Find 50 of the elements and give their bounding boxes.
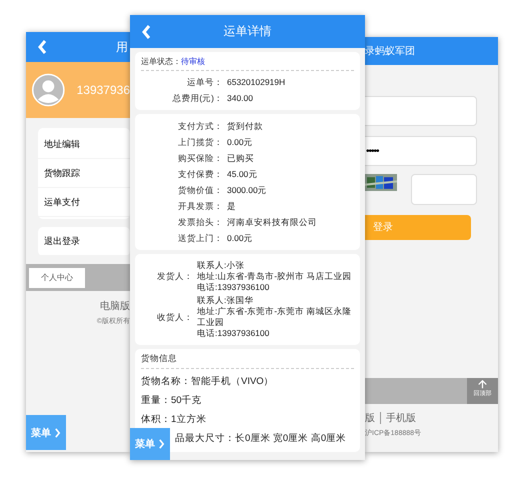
goods-line: 货物名称：智能手机（VIVO） <box>141 375 275 389</box>
arrow-up-icon <box>478 380 487 389</box>
page-title: 运单详情 <box>222 23 272 40</box>
field-value: 340.00 <box>227 92 253 105</box>
footer-link[interactable]: 手机版 <box>386 411 416 425</box>
field-value: 0.00元 <box>227 136 253 149</box>
page-title: 用 <box>116 38 128 56</box>
contact-line: 电话:13937936100 <box>197 328 270 339</box>
status-text: 运单状态：待审核 <box>141 56 206 67</box>
page-title: 录蚂蚁军团 <box>365 44 415 58</box>
goods-line: 体积：1立方米 <box>141 413 208 427</box>
chevron-icon <box>158 439 165 449</box>
contact-line: 电话:13937936100 <box>197 282 270 293</box>
captcha-field[interactable] <box>411 174 477 205</box>
field-value: 已购买 <box>227 152 254 165</box>
field-label: 总费用(元)： <box>171 92 224 105</box>
field-value: 3000.00元 <box>227 184 267 197</box>
footer-link[interactable]: 电脑版 <box>100 299 130 313</box>
field-label: 发货人： <box>156 271 194 282</box>
username-field[interactable] <box>365 96 477 126</box>
field-label: 开具发票： <box>177 200 224 213</box>
field-label: 支付方式： <box>177 120 224 133</box>
back-icon[interactable] <box>141 24 151 40</box>
field-label: 货物价值： <box>177 184 224 197</box>
phone-number: 13937936 <box>76 83 130 97</box>
field-value: 是 <box>227 200 236 213</box>
section-title: 货物信息 <box>141 353 178 365</box>
field-value: 河南卓安科技有限公司 <box>227 216 317 229</box>
field-value: 65320102919H <box>227 76 286 89</box>
back-icon[interactable] <box>37 39 47 55</box>
tab[interactable]: 个人中心 <box>29 268 85 288</box>
contact-line: 地址:山东省-青岛市-胶州市 马店工业园 <box>197 271 352 282</box>
contact-line: 联系人:张国华 <box>197 295 254 306</box>
field-label: 发票抬头： <box>177 216 224 229</box>
password-field[interactable]: ••••• <box>365 136 477 166</box>
footer-link[interactable]: 版 <box>365 411 375 425</box>
field-label: 送货上门： <box>177 232 224 245</box>
chevron-icon <box>54 428 61 438</box>
field-label: 收货人： <box>156 312 194 322</box>
contact-line: 联系人:小张 <box>197 260 246 271</box>
field-label: 上门揽货： <box>177 136 224 149</box>
field-label: 运单号： <box>186 76 224 89</box>
field-value: 0.00元 <box>227 232 253 245</box>
field-label: 购买保险： <box>177 152 224 165</box>
goods-line: 重量：50千克 <box>141 394 203 408</box>
field-value: 货到付款 <box>227 120 263 133</box>
field-label: 支付保费： <box>177 168 224 181</box>
field-value: 45.00元 <box>227 168 258 181</box>
contact-line: 地址:广东省-东莞市-东莞市 南城区永隆工业园 <box>197 306 352 328</box>
goods-line: 品最大尺寸：长0厘米 宽0厘米 高0厘米 <box>175 432 348 446</box>
